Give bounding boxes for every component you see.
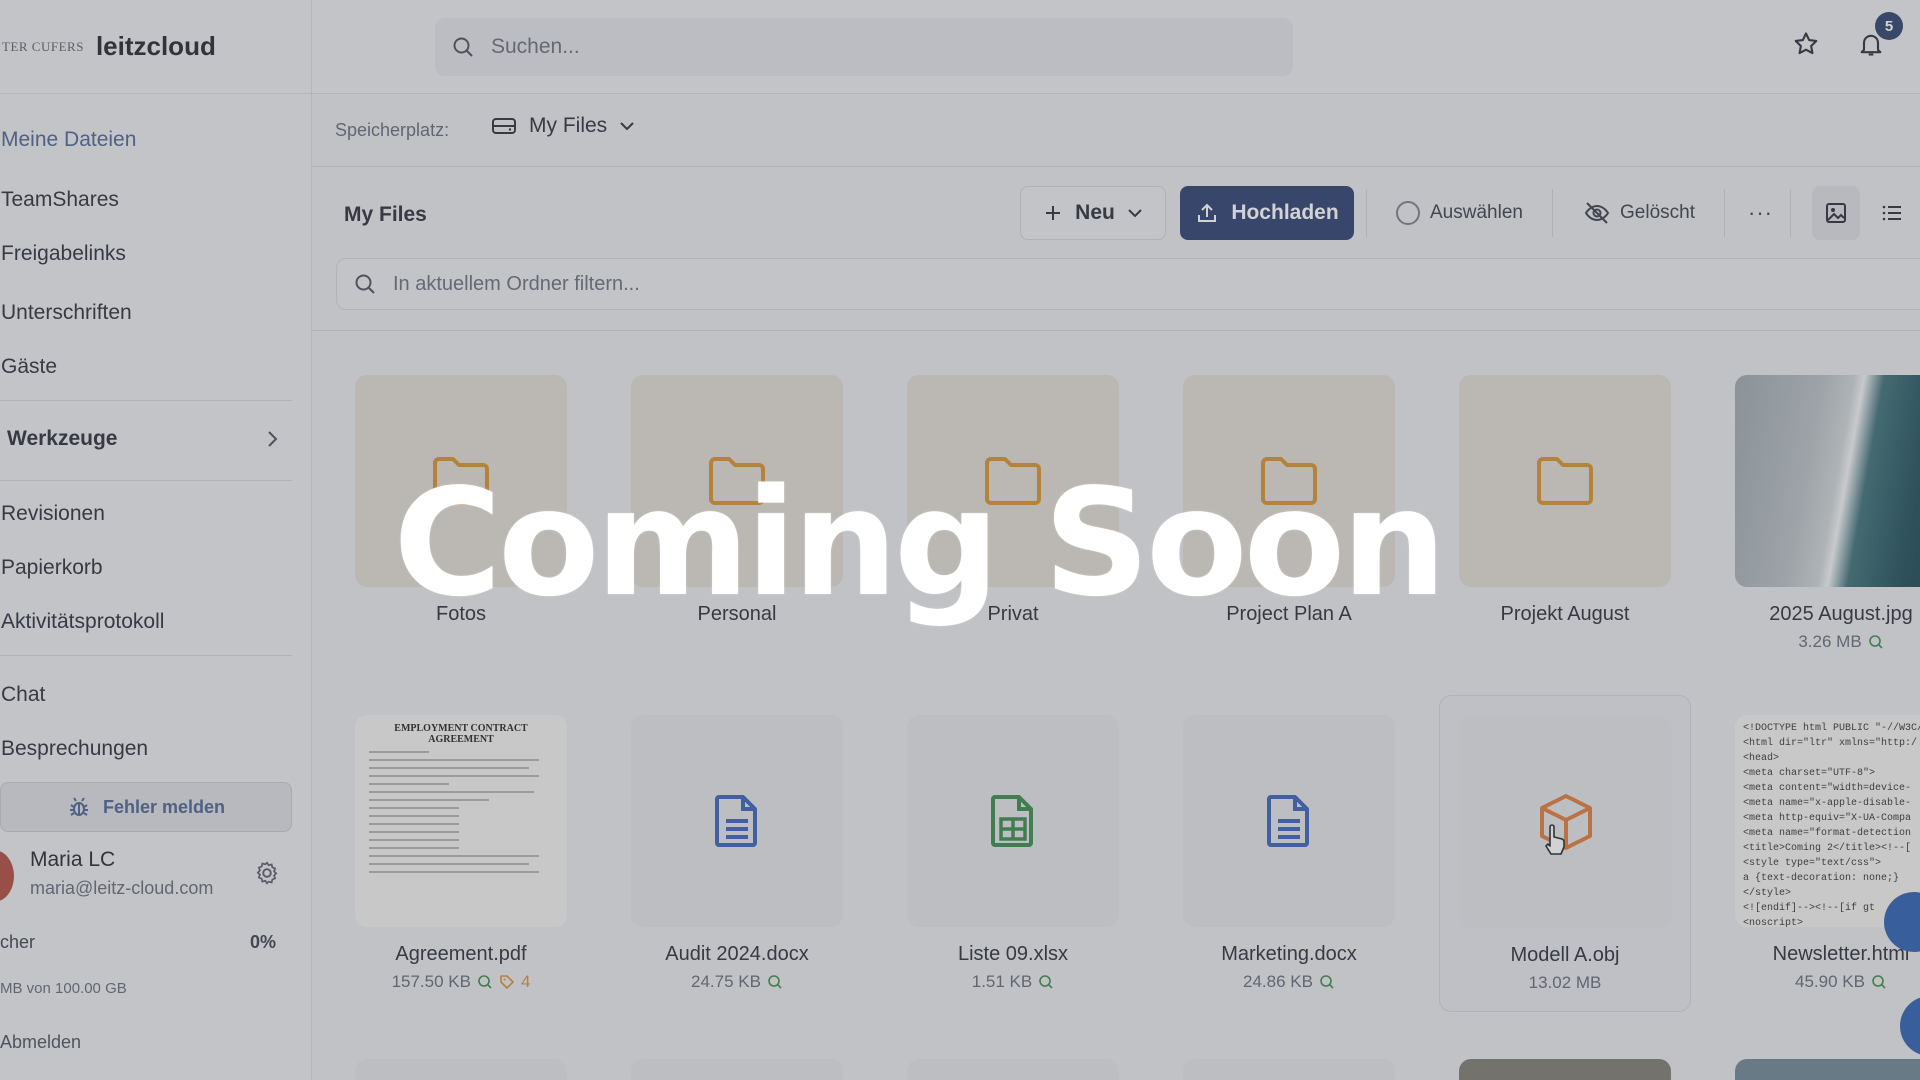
coming-soon-overlay: Coming Soon <box>0 0 1920 1080</box>
coming-soon-text: Coming Soon <box>393 457 1446 629</box>
